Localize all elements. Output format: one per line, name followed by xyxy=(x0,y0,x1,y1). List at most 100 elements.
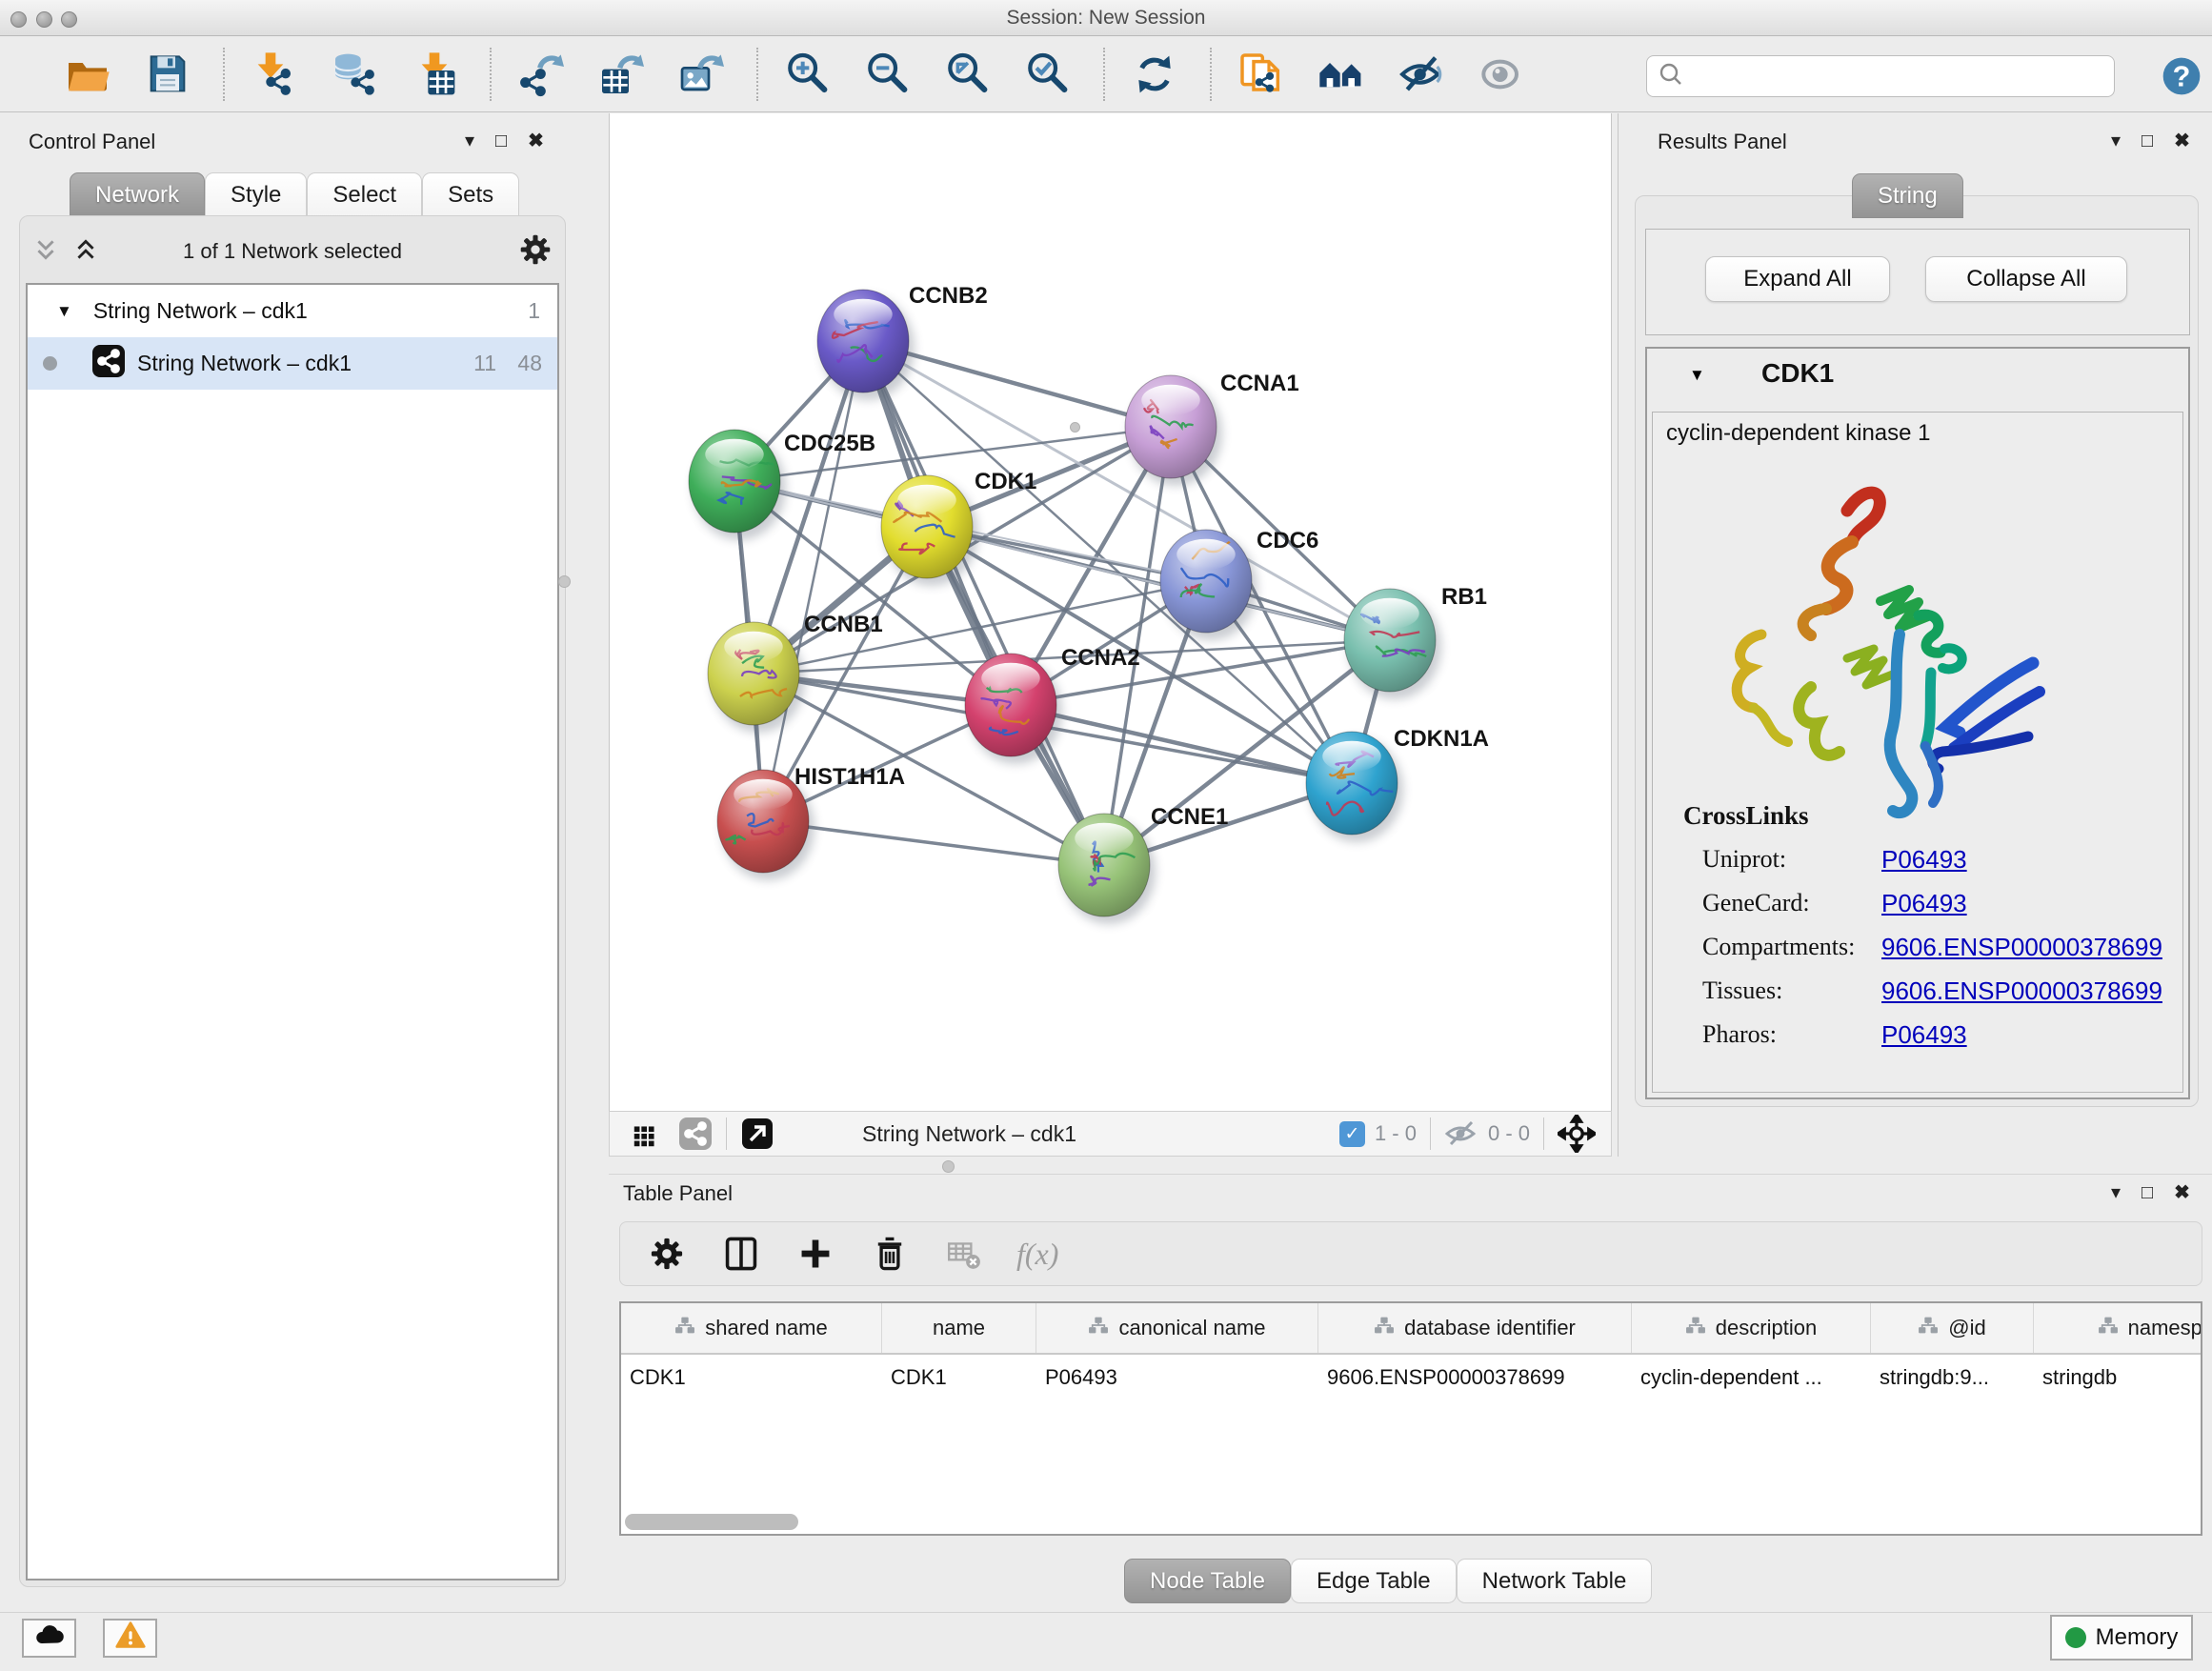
maximize-panel-icon[interactable]: □ xyxy=(2142,1183,2153,1202)
export-network-icon[interactable] xyxy=(516,50,566,99)
network-node-cdc6[interactable]: CDC6 xyxy=(1160,528,1318,640)
column-header--id[interactable]: @id xyxy=(1871,1303,2034,1353)
open-in-window-icon[interactable] xyxy=(740,1117,774,1151)
export-table-icon[interactable] xyxy=(596,50,646,99)
close-panel-icon[interactable]: ✖ xyxy=(2174,1183,2190,1202)
node-label-ccne1: CCNE1 xyxy=(1151,804,1228,830)
float-panel-icon[interactable]: ▾ xyxy=(2111,1183,2121,1202)
show-all-icon[interactable] xyxy=(1477,50,1526,99)
gene-expander-icon[interactable]: ▼ xyxy=(1689,366,1705,385)
column-header-name[interactable]: name xyxy=(882,1303,1036,1353)
crosslink-link[interactable]: P06493 xyxy=(1881,889,1967,917)
toolbar-separator xyxy=(1210,48,1212,101)
column-header-shared-name[interactable]: shared name xyxy=(621,1303,882,1353)
network-node-rb1[interactable]: RB1 xyxy=(1344,584,1487,699)
import-network-database-icon[interactable] xyxy=(330,50,379,99)
table-settings-gear-icon[interactable] xyxy=(645,1232,689,1276)
crosslink-link[interactable]: P06493 xyxy=(1881,845,1967,874)
close-panel-icon[interactable]: ✖ xyxy=(528,131,544,151)
zoom-selected-icon[interactable] xyxy=(1023,50,1073,99)
create-column-icon[interactable] xyxy=(794,1232,837,1276)
column-header-canonical-name[interactable]: canonical name xyxy=(1036,1303,1318,1353)
crosslink-link[interactable]: 9606.ENSP00000378699 xyxy=(1881,933,2162,961)
crosslink-link[interactable]: 9606.ENSP00000378699 xyxy=(1881,976,2162,1005)
tab-network-table[interactable]: Network Table xyxy=(1457,1559,1653,1603)
network-icon xyxy=(91,344,126,384)
tab-select[interactable]: Select xyxy=(307,172,422,217)
tab-string[interactable]: String xyxy=(1852,173,1963,218)
splitter-dot[interactable] xyxy=(942,1160,955,1173)
cloud-button[interactable] xyxy=(22,1619,76,1658)
node-label-rb1: RB1 xyxy=(1441,584,1487,610)
network-canvas[interactable]: CCNB2CCNA1CDC25BCDK1CDC6RB1CCNB1CCNA2CDK… xyxy=(609,113,1612,1111)
import-network-icon[interactable] xyxy=(250,50,299,99)
selected-checkbox[interactable]: ✓ xyxy=(1339,1121,1365,1147)
save-session-icon[interactable] xyxy=(143,50,192,99)
network-node-hist1h1a[interactable]: HIST1H1A xyxy=(717,764,905,880)
tab-style[interactable]: Style xyxy=(205,172,307,217)
grid-view-icon[interactable] xyxy=(631,1117,663,1150)
tab-sets[interactable]: Sets xyxy=(422,172,519,217)
houses-icon[interactable] xyxy=(1317,50,1366,99)
float-panel-icon[interactable]: ▾ xyxy=(465,131,474,151)
window-title: Session: New Session xyxy=(0,7,2212,30)
show-columns-icon[interactable] xyxy=(719,1232,763,1276)
horizontal-scrollbar[interactable] xyxy=(625,1514,798,1530)
move-crosshair-icon[interactable] xyxy=(1558,1115,1596,1153)
network-node-ccnb2[interactable]: CCNB2 xyxy=(817,283,988,400)
hidden-eye-icon[interactable] xyxy=(1444,1117,1478,1151)
column-header-database-identifier[interactable]: database identifier xyxy=(1318,1303,1632,1353)
table-row[interactable]: CDK1CDK1P064939606.ENSP00000378699cyclin… xyxy=(621,1355,2201,1400)
cell-canonical-name[interactable]: P06493 xyxy=(1036,1365,1318,1390)
memory-button[interactable]: Memory xyxy=(2050,1615,2193,1661)
zoom-fit-icon[interactable] xyxy=(943,50,993,99)
cell--id[interactable]: stringdb:9... xyxy=(1871,1365,2034,1390)
warning-button[interactable] xyxy=(103,1619,157,1658)
search-input[interactable] xyxy=(1693,63,2102,90)
export-image-icon[interactable] xyxy=(676,50,726,99)
network-edge[interactable] xyxy=(763,341,863,821)
network-collection-row[interactable]: ▼ String Network – cdk1 1 xyxy=(28,285,557,337)
refresh-layout-icon[interactable] xyxy=(1130,50,1179,99)
splitter-dot[interactable] xyxy=(1070,422,1080,433)
network-node-cdkn1a[interactable]: CDKN1A xyxy=(1306,726,1489,842)
network-node-ccne1[interactable]: CCNE1 xyxy=(1058,804,1228,924)
tab-edge-table[interactable]: Edge Table xyxy=(1291,1559,1457,1603)
network-row[interactable]: String Network – cdk1 11 48 xyxy=(28,337,557,390)
tab-node-table[interactable]: Node Table xyxy=(1124,1559,1291,1603)
help-icon[interactable]: ? xyxy=(2159,53,2204,104)
close-panel-icon[interactable]: ✖ xyxy=(2174,131,2190,151)
crosslink-row: Pharos:P06493 xyxy=(1653,1013,2175,1057)
search-field[interactable] xyxy=(1646,55,2115,97)
network-node-ccna2[interactable]: CCNA2 xyxy=(965,645,1140,764)
network-share-icon[interactable] xyxy=(678,1117,713,1151)
column-header-description[interactable]: description xyxy=(1632,1303,1871,1353)
float-panel-icon[interactable]: ▾ xyxy=(2111,131,2121,151)
network-node-ccnb1[interactable]: CCNB1 xyxy=(708,612,883,733)
network-node-cdc25b[interactable]: CDC25B xyxy=(689,430,875,540)
cell-description[interactable]: cyclin-dependent ... xyxy=(1632,1365,1871,1390)
collapse-all-button[interactable]: Collapse All xyxy=(1925,256,2127,302)
hide-selected-icon[interactable] xyxy=(1397,50,1446,99)
delete-columns-icon[interactable] xyxy=(868,1232,912,1276)
maximize-panel-icon[interactable]: □ xyxy=(2142,131,2153,151)
tab-network[interactable]: Network xyxy=(70,172,205,217)
expand-all-button[interactable]: Expand All xyxy=(1705,256,1890,302)
clone-network-icon[interactable] xyxy=(1237,50,1286,99)
column-header-namespace[interactable]: namespace xyxy=(2034,1303,2202,1353)
network-node-cdk1[interactable]: CDK1 xyxy=(881,469,1036,586)
cell-name[interactable]: CDK1 xyxy=(882,1365,1036,1390)
import-table-icon[interactable] xyxy=(410,50,459,99)
cell-shared-name[interactable]: CDK1 xyxy=(621,1365,882,1390)
network-panel-gear-icon[interactable] xyxy=(517,232,553,272)
crosslink-link[interactable]: P06493 xyxy=(1881,1020,1967,1049)
cell-database-identifier[interactable]: 9606.ENSP00000378699 xyxy=(1318,1365,1632,1390)
open-session-icon[interactable] xyxy=(63,50,112,99)
splitter-dot[interactable] xyxy=(558,575,571,588)
table-toolbar: f(x) xyxy=(619,1221,2202,1286)
maximize-panel-icon[interactable]: □ xyxy=(495,131,507,151)
zoom-in-icon[interactable] xyxy=(783,50,833,99)
collection-expander-icon[interactable]: ▼ xyxy=(56,302,72,321)
zoom-out-icon[interactable] xyxy=(863,50,913,99)
cell-namespace[interactable]: stringdb xyxy=(2034,1365,2202,1390)
